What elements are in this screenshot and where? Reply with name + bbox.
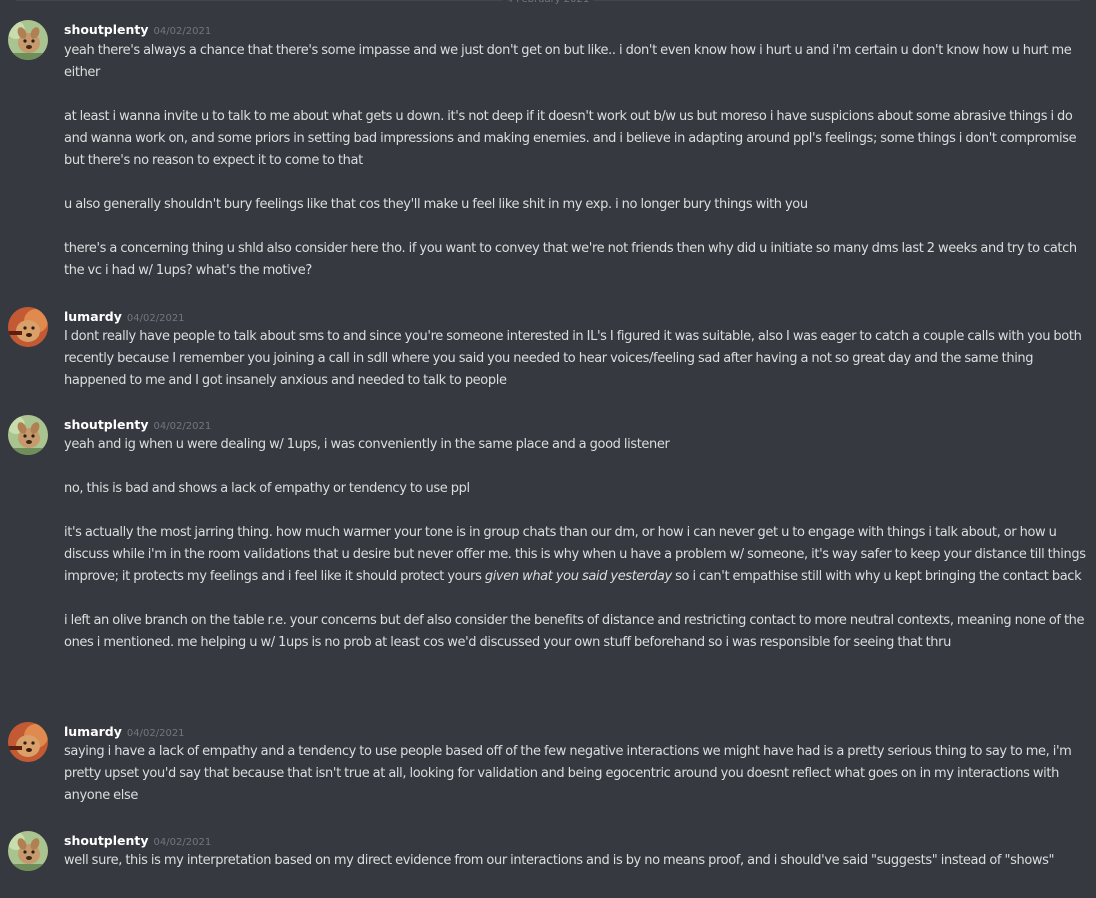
message-body: I dont really have people to talk about … (64, 326, 1086, 392)
message-header: lumardy 04/02/2021 (64, 722, 185, 740)
username[interactable]: lumardy (64, 724, 122, 739)
message-header: lumardy 04/02/2021 (64, 307, 185, 325)
message-header: shoutplenty 04/02/2021 (64, 415, 211, 433)
message-text: there's a concerning thing u shld also c… (64, 241, 1077, 278)
italic-text: given what you said yesterday (484, 569, 672, 584)
green-chihuahua-avatar-icon (8, 415, 48, 455)
message-text: yeah there's always a chance that there'… (64, 43, 1072, 80)
message-text: at least i wanna invite u to talk to me … (64, 109, 1077, 168)
avatar[interactable] (8, 722, 48, 762)
message-text: i left an olive branch on the table r.e.… (64, 613, 1085, 650)
timestamp: 04/02/2021 (126, 313, 185, 324)
timestamp: 04/02/2021 (153, 837, 212, 848)
orange-red-avatar-icon (8, 307, 48, 347)
date-divider-label: 4 February 2021 (502, 0, 594, 8)
username[interactable]: shoutplenty (64, 417, 149, 432)
timestamp: 04/02/2021 (153, 421, 212, 432)
timestamp: 04/02/2021 (126, 728, 185, 739)
username[interactable]: shoutplenty (64, 833, 149, 848)
date-divider: 4 February 2021 (0, 0, 1096, 8)
avatar[interactable] (8, 20, 48, 60)
green-chihuahua-avatar-icon (8, 20, 48, 60)
avatar[interactable] (8, 415, 48, 455)
username[interactable]: lumardy (64, 309, 122, 324)
green-chihuahua-avatar-icon (8, 831, 48, 871)
message-body: well sure, this is my interpretation bas… (64, 850, 1086, 872)
timestamp: 04/02/2021 (153, 26, 212, 37)
username[interactable]: shoutplenty (64, 22, 149, 37)
message-header: shoutplenty 04/02/2021 (64, 20, 211, 38)
message-text: I dont really have people to talk about … (64, 329, 1082, 388)
message-text: yeah and ig when u were dealing w/ 1ups,… (64, 437, 670, 452)
message-text: u also generally shouldn't bury feelings… (64, 197, 808, 212)
message-body: yeah and ig when u were dealing w/ 1ups,… (64, 434, 1086, 654)
message-text: saying i have a lack of empathy and a te… (64, 744, 1072, 803)
message-text: no, this is bad and shows a lack of empa… (64, 481, 470, 496)
avatar[interactable] (8, 831, 48, 871)
message-text: it's actually the most jarring thing. ho… (64, 522, 1086, 588)
orange-red-avatar-icon (8, 722, 48, 762)
message-body: yeah there's always a chance that there'… (64, 40, 1086, 282)
avatar[interactable] (8, 307, 48, 347)
message-header: shoutplenty 04/02/2021 (64, 831, 211, 849)
message-text-segment: so i can't empathise still with why u ke… (671, 569, 1082, 584)
message-body: saying i have a lack of empathy and a te… (64, 741, 1086, 807)
message-text: well sure, this is my interpretation bas… (64, 853, 1055, 868)
